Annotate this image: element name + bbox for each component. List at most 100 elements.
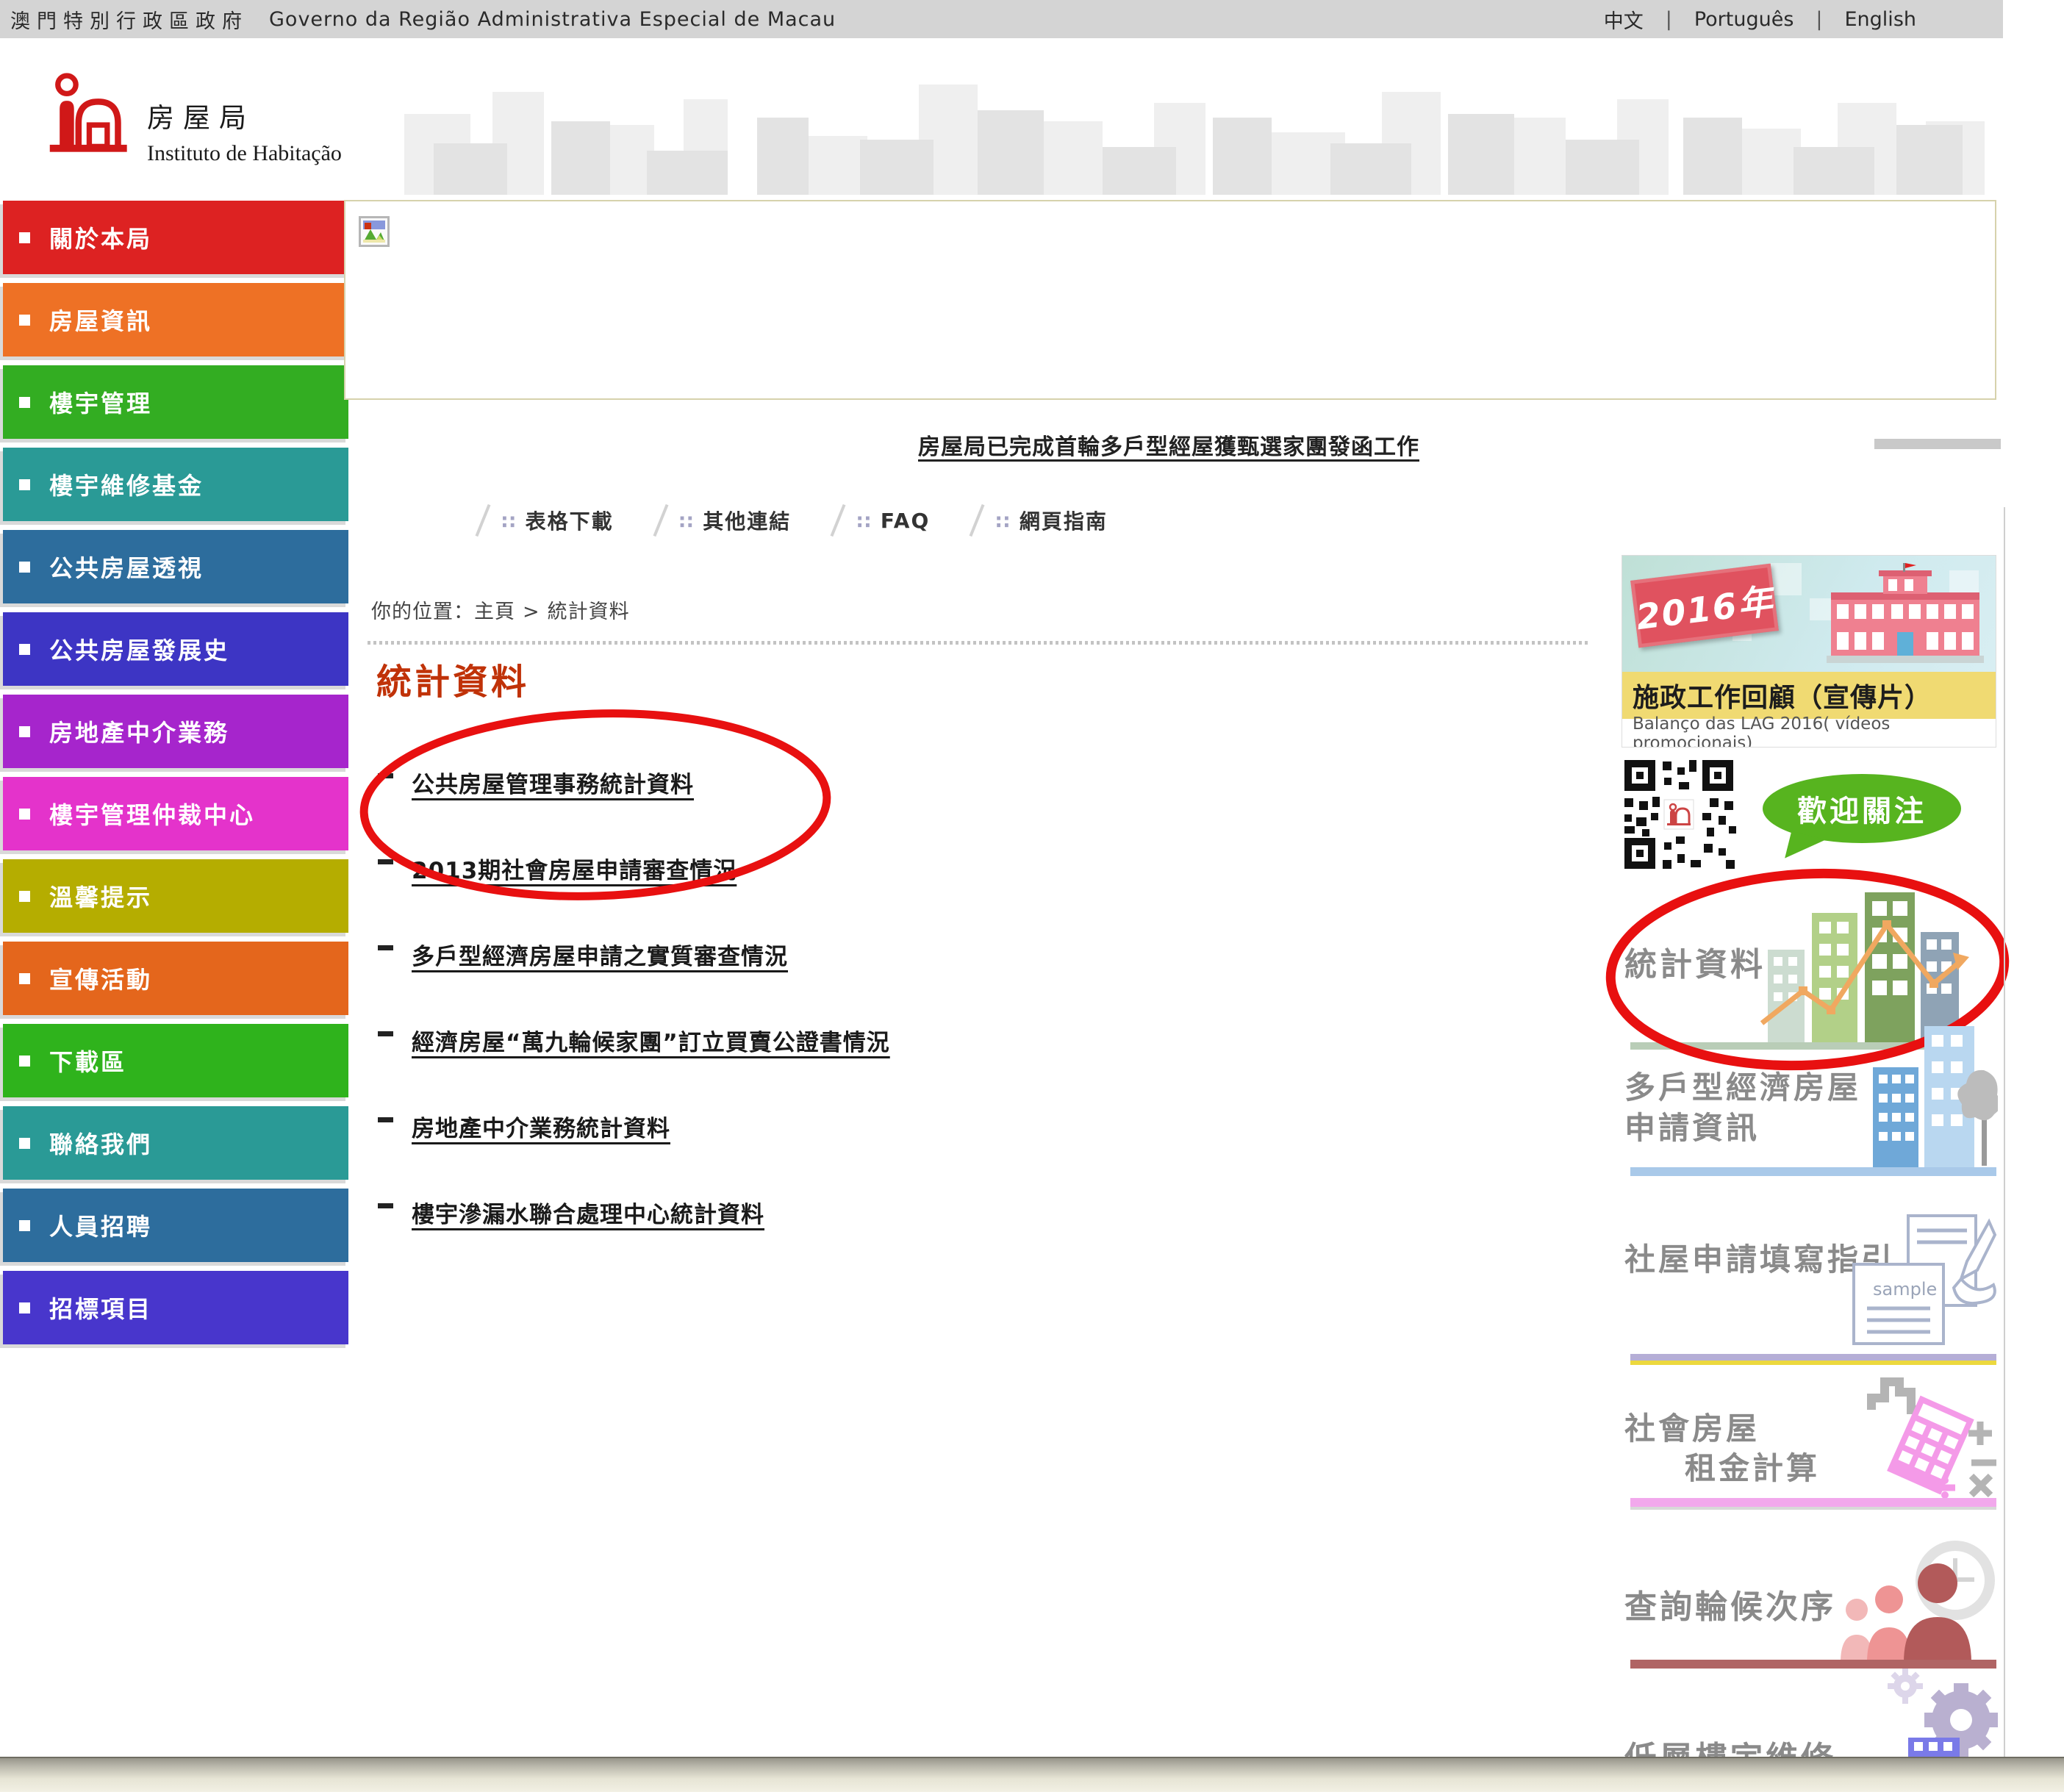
breadcrumb-home-link[interactable]: 主頁 [474,601,515,623]
sidebar-item-12[interactable]: 聯絡我們 [3,1106,348,1180]
statistics-list-item: 公共房屋管理事務統計資料 [378,766,1480,799]
sidebar-item-label: 下載區 [49,1044,126,1078]
sidebar-item-13[interactable]: 人員招聘 [3,1189,348,1262]
statistics-buildings-graphic [1760,879,1974,1045]
sidebar-item-label: 房屋資訊 [49,303,152,337]
gov-name: 澳門特別行政區政府 Governo da Região Administrati… [10,5,836,34]
sidebar-item-label: 房地產中介業務 [49,714,229,748]
square-bullet-icon [19,397,30,408]
page: 澳門特別行政區政府 Governo da Região Administrati… [0,0,2064,1792]
quick-tab-4[interactable]: ::網頁指南 [975,503,1108,537]
news-row: 房屋局已完成首輪多戶型經屋獲甄選家團發函工作 [338,429,1999,461]
sidebar-widget-multi-household-line2[interactable]: 申請資訊 [1624,1103,1760,1148]
government-building-illustration [1821,563,1990,666]
sidebar-item-4[interactable]: 樓宇維修基金 [3,448,348,521]
sidebar-item-14[interactable]: 招標項目 [3,1271,348,1344]
square-bullet-icon [19,232,30,243]
sidebar-item-7[interactable]: 房地產中介業務 [3,695,348,768]
double-colon-icon: :: [501,509,517,532]
sidebar-item-6[interactable]: 公共房屋發展史 [3,612,348,686]
statistics-list-item: 樓宇滲漏水聯合處理中心統計資料 [378,1196,1480,1229]
sidebar-item-label: 溫馨提示 [49,879,152,913]
wechat-qr-code[interactable] [1622,757,1736,872]
slash-decoration-icon [970,504,985,537]
dash-bullet-icon [378,1031,393,1036]
form-filling-hand-graphic: sample [1851,1214,1998,1351]
dash-bullet-icon [378,945,393,950]
lang-pt[interactable]: Português [1694,8,1794,31]
site-header: 房屋局 Instituto de Habitação [0,38,2003,195]
sidebar-item-8[interactable]: 樓宇管理仲裁中心 [3,777,348,850]
sidebar-widget-rent-calc-line1[interactable]: 社會房屋 [1624,1404,1760,1449]
statistics-link-1[interactable]: 公共房屋管理事務統計資料 [412,766,694,799]
dash-bullet-icon [378,773,393,778]
statistics-list-item: 經濟房屋“萬九輪候家團”訂立買賣公證書情況 [378,1024,1480,1057]
sidebar-item-10[interactable]: 宣傳活動 [3,942,348,1015]
quick-tab-label: 網頁指南 [1020,506,1108,535]
statistics-link-3[interactable]: 多戶型經濟房屋申請之實質審查情況 [412,938,788,971]
calculator-graphic [1864,1376,2001,1499]
double-colon-icon: :: [995,509,1011,532]
lang-en[interactable]: English [1845,8,1917,31]
breadcrumb: 你的位置：主頁 > 統計資料 [371,595,630,624]
sidebar-item-9[interactable]: 溫馨提示 [3,859,348,933]
quick-tab-1[interactable]: ::表格下載 [481,503,614,537]
statistics-list-item: 2013期社會房屋申請審查情況 [378,852,1480,885]
quick-tabs: ::表格下載::其他連結::FAQ::網頁指南 [481,501,1153,540]
quick-tab-2[interactable]: ::其他連結 [659,503,792,537]
square-bullet-icon [19,973,30,984]
quick-tab-label: FAQ [881,509,930,533]
repair-gears-graphic [1879,1667,1999,1757]
sidebar-item-5[interactable]: 公共房屋透視 [3,530,348,603]
right-column-separator [2004,507,2005,1757]
waiting-queue-people-clock-graphic [1821,1533,1999,1663]
logo-title-pt: Instituto de Habitação [147,141,342,166]
banner-frame [344,200,1996,400]
sidebar-widget-queue-check[interactable]: 查詢輪候次序 [1624,1580,1836,1627]
broken-image-icon [359,216,390,247]
multi-household-widget-underline [1630,1167,1996,1176]
statistics-link-5[interactable]: 房地產中介業務統計資料 [412,1110,670,1143]
lang-zh[interactable]: 中文 [1604,5,1644,34]
square-bullet-icon [19,1138,30,1149]
statistics-list-item: 房地產中介業務統計資料 [378,1110,1480,1143]
breadcrumb-current: 統計資料 [548,601,630,623]
double-colon-icon: :: [678,509,695,532]
sidebar-item-2[interactable]: 房屋資訊 [3,283,348,356]
statistics-link-6[interactable]: 樓宇滲漏水聯合處理中心統計資料 [412,1196,764,1229]
square-bullet-icon [19,891,30,902]
year-2016-label: 2016年 [1633,572,1777,639]
dash-bullet-icon [378,859,393,864]
sidebar-widget-rent-calc-line2[interactable]: 租金計算 [1685,1444,1820,1488]
news-link[interactable]: 房屋局已完成首輪多戶型經屋獲甄選家團發函工作 [918,434,1419,460]
rent-calc-widget-underline [1630,1498,1996,1507]
sidebar-item-3[interactable]: 樓宇管理 [3,365,348,439]
welcome-follow-label: 歡迎關注 [1797,787,1927,830]
guide-widget-underline-yellow [1630,1361,1996,1365]
sidebar-item-label: 公共房屋發展史 [49,632,229,666]
square-bullet-icon [19,562,30,573]
square-bullet-icon [19,1302,30,1313]
sidebar-item-label: 關於本局 [49,221,152,254]
breadcrumb-prefix: 你的位置： [371,601,474,623]
banner-title-band: 施政工作回顧（宣傳片） [1622,672,1996,719]
sidebar-item-1[interactable]: 關於本局 [3,201,348,274]
logo[interactable]: 房屋局 Instituto de Habitação [43,66,342,166]
gov-name-zh: 澳門特別行政區政府 [10,5,248,34]
language-switcher: 中文|Português|English [1604,5,1916,34]
blue-buildings-graphic [1873,1026,1998,1170]
sidebar-item-label: 樓宇管理仲裁中心 [49,797,255,831]
policy-review-2016-banner[interactable]: 2016年 施政工作回顧（宣傳片） Balanço das LAG 2016( … [1622,555,1996,748]
statistics-link-4[interactable]: 經濟房屋“萬九輪候家團”訂立買賣公證書情況 [412,1024,890,1057]
quick-tab-3[interactable]: ::FAQ [836,503,930,537]
statistics-links-list: 公共房屋管理事務統計資料 2013期社會房屋申請審查情況多戶型經濟房屋申請之實質審… [378,766,1480,1282]
breadcrumb-separator: > [523,601,540,623]
sidebar-item-label: 聯絡我們 [49,1126,152,1160]
quick-tab-label: 其他連結 [703,506,791,535]
sidebar-widget-statistics[interactable]: 統計資料 [1624,938,1766,985]
gov-name-pt: Governo da Região Administrativa Especia… [269,8,836,31]
sidebar-widget-multi-household-line1[interactable]: 多戶型經濟房屋 [1624,1063,1861,1108]
statistics-link-2[interactable]: 2013期社會房屋申請審查情況 [412,852,737,885]
top-gov-bar: 澳門特別行政區政府 Governo da Região Administrati… [0,0,2003,38]
sidebar-item-11[interactable]: 下載區 [3,1024,348,1097]
